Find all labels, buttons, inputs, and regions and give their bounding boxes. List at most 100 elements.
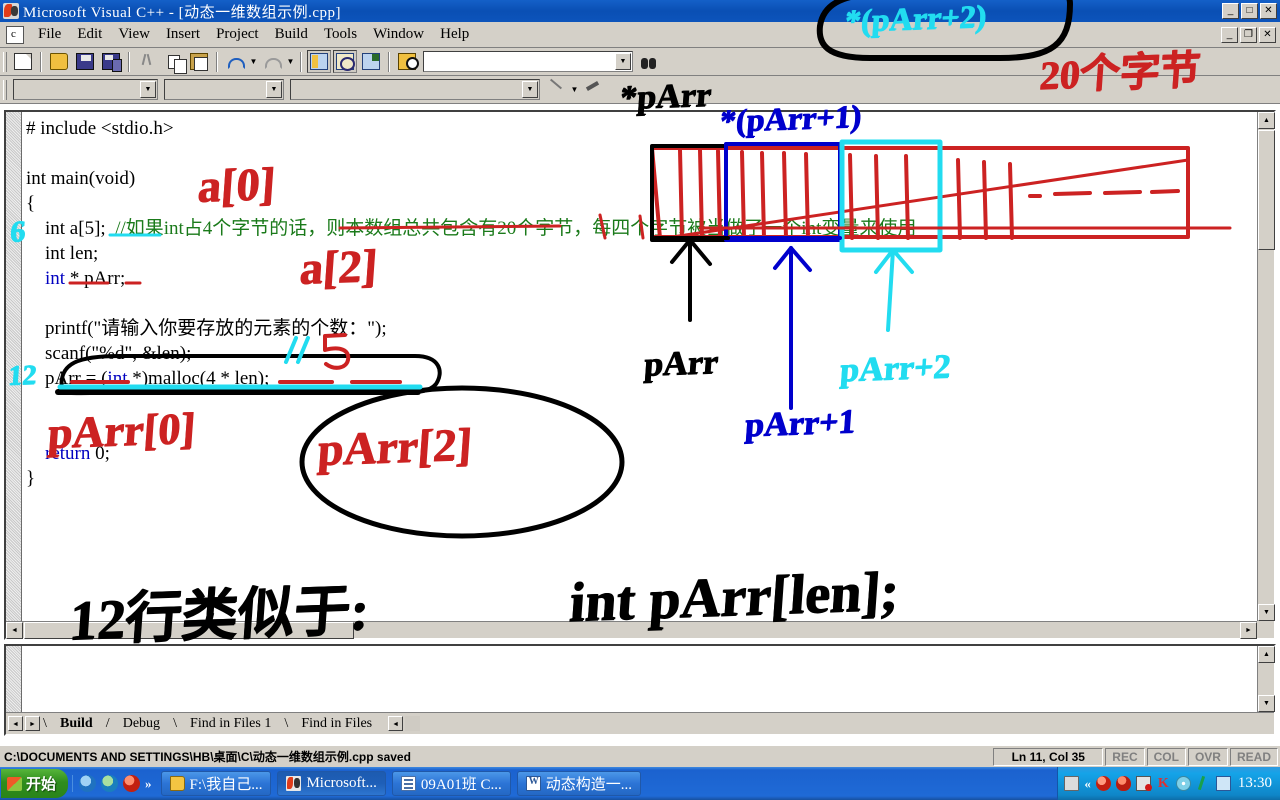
class-combo[interactable]: ▼ — [13, 79, 158, 100]
horizontal-scroll-thumb[interactable] — [24, 622, 354, 639]
menu-item-edit[interactable]: Edit — [69, 24, 110, 45]
ime-keyboard-icon[interactable] — [1064, 776, 1080, 791]
menu-item-help[interactable]: Help — [432, 24, 477, 45]
member-combo-dropdown-button[interactable]: ▼ — [522, 81, 538, 98]
class-combo-dropdown-button[interactable]: ▼ — [140, 81, 156, 98]
open-button[interactable] — [47, 50, 71, 73]
tab-divider: \ — [43, 715, 47, 731]
taskbar-item-word[interactable]: 动态构造一... — [516, 771, 641, 796]
tab-divider: \ — [173, 715, 177, 731]
vertical-scroll-thumb[interactable] — [1258, 130, 1275, 250]
output-tab-find-in-files[interactable]: Find in Files — [291, 716, 382, 732]
taskbar-item-document[interactable]: 09A01班 C... — [391, 771, 511, 796]
source-code-text[interactable]: # include <stdio.h> int main(void) { int … — [26, 116, 1256, 620]
open-folder-icon — [50, 53, 68, 70]
redo-dropdown-arrow[interactable]: ▼ — [285, 50, 296, 73]
menu-item-window[interactable]: Window — [365, 24, 432, 45]
scrollbar-corner — [1257, 621, 1274, 638]
redo-button[interactable] — [260, 50, 284, 73]
vcpp-icon[interactable] — [3, 3, 19, 19]
tab-overflow-right-button[interactable] — [405, 716, 421, 731]
find-in-files-button[interactable] — [395, 50, 419, 73]
output-button[interactable] — [333, 50, 357, 73]
find-combo[interactable]: ▼ — [423, 51, 633, 72]
maximize-button[interactable]: □ — [1241, 3, 1258, 19]
monitor-alert-icon[interactable] — [1135, 776, 1152, 791]
wizard-action-button[interactable] — [544, 78, 568, 101]
output-tab-find-in-files-1[interactable]: Find in Files 1 — [180, 716, 281, 732]
tray-clock[interactable]: 13:30 — [1236, 775, 1272, 792]
magic-wand-icon — [547, 81, 565, 98]
code-token: printf("请输入你要存放的元素的个数："); — [26, 318, 387, 339]
tab-scroll-left-button[interactable]: ◄ — [8, 716, 23, 731]
red-ball-icon[interactable] — [1095, 776, 1111, 791]
taskbar-item-explorer[interactable]: F:\我自己... — [160, 771, 272, 796]
status-indicator-ovr: OVR — [1187, 747, 1228, 766]
menu-item-file[interactable]: File — [30, 24, 69, 45]
output-tab-debug[interactable]: Debug — [113, 716, 170, 732]
document-restore-button[interactable]: ❐ — [1240, 26, 1257, 43]
menu-item-insert[interactable]: Insert — [158, 24, 208, 45]
new-document-button[interactable] — [11, 50, 35, 73]
filter-combo-dropdown-button[interactable]: ▼ — [266, 81, 282, 98]
minimize-button[interactable]: _ — [1222, 3, 1239, 19]
output-scroll-up-button[interactable]: ▲ — [1258, 646, 1275, 663]
menu-item-tools[interactable]: Tools — [316, 24, 365, 45]
window-list-button[interactable] — [359, 50, 383, 73]
member-combo[interactable]: ▼ — [290, 79, 540, 100]
output-vertical-scrollbar[interactable]: ▲ ▼ — [1257, 646, 1275, 712]
tab-overflow-left-button[interactable]: ◄ — [388, 716, 404, 731]
red-circle-icon[interactable] — [123, 775, 141, 792]
close-button[interactable]: ✕ — [1260, 3, 1277, 19]
scroll-up-button[interactable]: ▲ — [1258, 112, 1275, 129]
kingsoft-k-icon[interactable]: K — [1156, 776, 1171, 791]
editor-vertical-scrollbar[interactable]: ▲ ▼ — [1257, 112, 1275, 621]
internet-explorer-icon[interactable] — [79, 775, 97, 792]
undo-button[interactable] — [223, 50, 247, 73]
toolbar-grip[interactable] — [3, 79, 7, 100]
copy-button[interactable] — [161, 50, 187, 74]
editor-gutter[interactable] — [6, 112, 22, 638]
cut-button[interactable] — [135, 50, 159, 73]
document-minimize-button[interactable]: _ — [1221, 26, 1238, 43]
search-button[interactable] — [637, 50, 661, 73]
wizard-action-dropdown-arrow[interactable]: ▼ — [569, 78, 580, 101]
tab-scroll-right-button[interactable]: ► — [25, 716, 40, 731]
scroll-left-button[interactable]: ◄ — [6, 622, 23, 639]
code-line: return 0; — [26, 441, 1256, 466]
tray-expand-chevron-icon[interactable]: « — [1084, 776, 1091, 792]
code-token: pArr = ( — [26, 368, 108, 389]
document-system-menu-icon[interactable] — [6, 25, 24, 44]
menu-item-build[interactable]: Build — [267, 24, 316, 45]
save-button[interactable] — [73, 50, 97, 73]
find-dropdown-button[interactable]: ▼ — [615, 53, 631, 70]
pen-icon[interactable] — [1196, 776, 1211, 791]
editor-horizontal-scrollbar[interactable]: ◄ ► — [6, 621, 1257, 639]
output-scroll-down-button[interactable]: ▼ — [1258, 695, 1275, 712]
media-player-icon[interactable] — [101, 775, 119, 792]
build-button[interactable] — [581, 78, 605, 101]
save-all-button[interactable] — [99, 50, 123, 73]
overflow-chevron-icon[interactable]: » — [145, 776, 152, 792]
code-line: { — [26, 191, 1256, 216]
output-tab-build[interactable]: Build — [50, 716, 103, 732]
undo-dropdown-arrow[interactable]: ▼ — [248, 50, 259, 73]
paste-button[interactable] — [187, 50, 211, 73]
start-button[interactable]: 开始 — [1, 769, 69, 798]
toolbar-grip[interactable] — [3, 51, 7, 72]
binoculars-icon — [640, 53, 658, 70]
filter-combo[interactable]: ▼ — [164, 79, 284, 100]
source-editor[interactable]: # include <stdio.h> int main(void) { int … — [4, 110, 1276, 640]
blue-window-icon[interactable] — [1215, 776, 1231, 791]
scroll-right-button[interactable]: ► — [1240, 622, 1257, 639]
shield-icon[interactable] — [1115, 776, 1131, 791]
scissors-icon — [138, 53, 156, 70]
menu-item-view[interactable]: View — [110, 24, 158, 45]
disc-icon[interactable] — [1175, 776, 1191, 791]
menu-item-project[interactable]: Project — [208, 24, 267, 45]
output-pane[interactable]: ▲ ▼ ◄ ► \ Build / Debug \ Find in Files … — [4, 644, 1276, 736]
scroll-down-button[interactable]: ▼ — [1258, 604, 1275, 621]
workspace-button[interactable] — [307, 50, 331, 73]
document-close-button[interactable]: ✕ — [1259, 26, 1276, 43]
taskbar-item-visual-cpp[interactable]: Microsoft... — [277, 771, 386, 796]
